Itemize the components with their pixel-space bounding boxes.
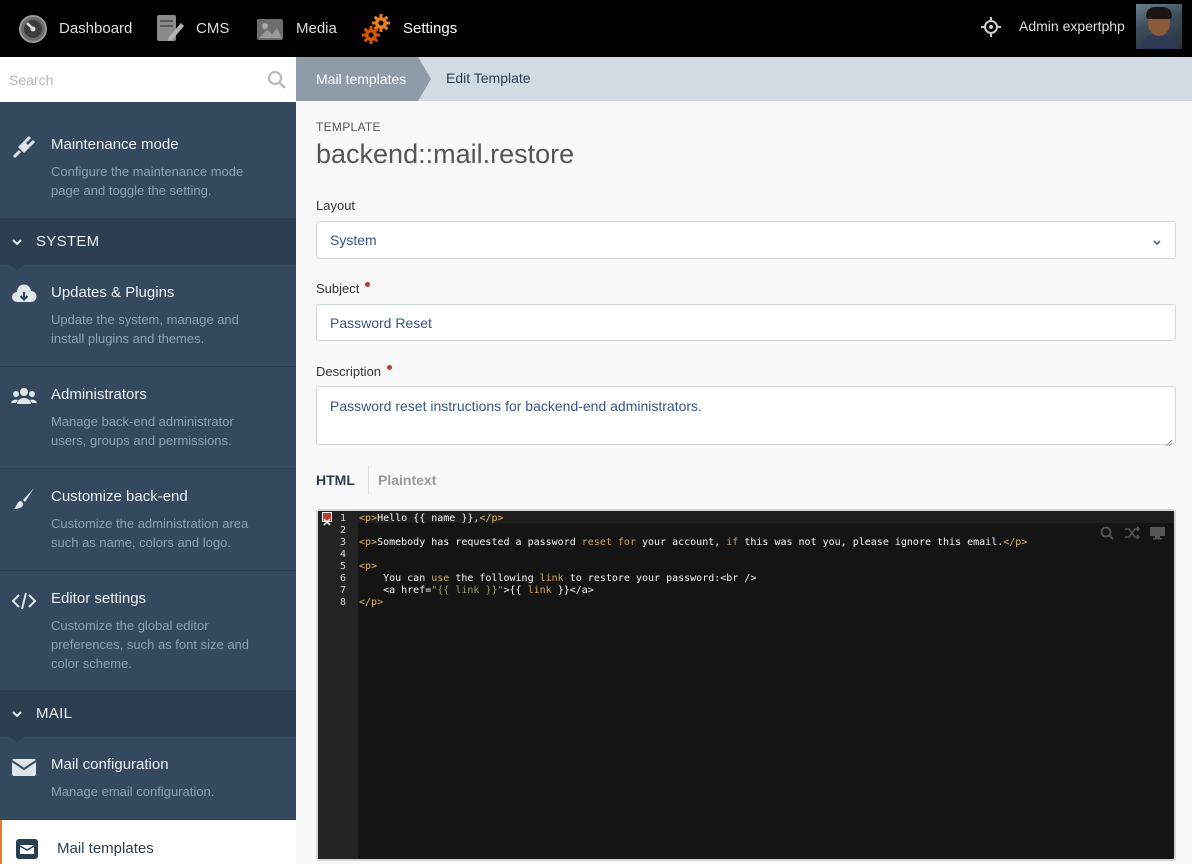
layout-select-value: System [330, 232, 377, 248]
account-name[interactable]: Admin expertphp [1019, 18, 1125, 34]
breadcrumb-current: Edit Template [446, 70, 531, 86]
chevron-down-icon [1152, 235, 1162, 246]
shuffle-icon[interactable] [1124, 526, 1141, 540]
media-icon [254, 13, 286, 45]
sidebar-item-mail-configuration[interactable]: Mail configuration Manage email configur… [0, 737, 296, 820]
dashboard-icon [17, 13, 49, 45]
chevron-down-icon [11, 235, 23, 247]
settings-gears-icon [361, 13, 393, 45]
sidebar-item-desc: Manage back-end administrator users, gro… [51, 414, 234, 448]
nav-media[interactable]: Media [254, 0, 337, 57]
layout-select[interactable]: System [316, 221, 1176, 259]
line-number: 2 [339, 525, 346, 536]
sidebar-item-label: Mail templates [57, 840, 154, 857]
cms-icon [154, 13, 186, 45]
sidebar-item-label: Customize back-end [51, 488, 188, 505]
section-label: MAIL [36, 705, 73, 722]
description-label: Description [316, 364, 393, 379]
code-editor[interactable]: 1 2 3 4 5 6 7 8 <p>Hello {{ name }},</p>… [316, 509, 1176, 861]
description-textarea[interactable]: Password reset instructions for backend-… [316, 386, 1176, 447]
search-input[interactable] [0, 57, 260, 102]
code-line: </p> [359, 597, 384, 608]
sidebar: Maintenance mode Configure the maintenan… [0, 57, 296, 864]
main-content: TEMPLATE backend::mail.restore Layout Sy… [296, 101, 1192, 864]
code-line: <p> [359, 561, 378, 572]
paintbrush-icon [11, 486, 37, 512]
nav-cms[interactable]: CMS [154, 0, 229, 57]
breadcrumb: Mail templates Edit Template [296, 57, 1192, 101]
sidebar-item-desc: Customize the global editor preferences,… [51, 618, 250, 671]
sidebar-item-desc: Configure the maintenance mode page and … [51, 164, 244, 198]
code-line: <p>Hello {{ name }},</p> [359, 513, 504, 524]
editor-toolbar [1099, 526, 1166, 540]
resize-grip-icon[interactable] [1165, 434, 1173, 447]
cloud-download-icon [11, 282, 37, 308]
sidebar-item-customize[interactable]: Customize back-end Customize the adminis… [0, 469, 296, 571]
line-number: 5 [339, 561, 346, 572]
envelope-square-icon [15, 838, 39, 860]
top-navbar: Dashboard CMS Media Settings Admin exper… [0, 0, 1192, 57]
line-number: 4 [339, 549, 346, 560]
crosshair-icon[interactable] [980, 16, 1002, 38]
sidebar-item-desc: Manage email configuration. [51, 784, 215, 799]
fullscreen-monitor-icon[interactable] [1149, 526, 1166, 540]
code-line: <a href="{{ link }}">{{ link }}</a> [359, 585, 594, 596]
sidebar-item-desc: Update the system, manage and install pl… [51, 312, 239, 346]
code-line: You can use the following link to restor… [359, 573, 757, 584]
sidebar-item-label: Maintenance mode [51, 136, 179, 153]
line-number: 1 [339, 513, 346, 524]
editor-gutter: 1 2 3 4 5 6 7 8 [318, 511, 358, 859]
sidebar-item-editor-settings[interactable]: Editor settings Customize the global edi… [0, 571, 296, 692]
line-number: 3 [339, 537, 346, 548]
nav-cms-label: CMS [196, 20, 230, 37]
sidebar-item-administrators[interactable]: Administrators Manage back-end administr… [0, 367, 296, 469]
nav-dashboard[interactable]: Dashboard [17, 0, 132, 57]
sidebar-section-mail[interactable]: MAIL [0, 690, 296, 743]
subject-label: Subject [316, 281, 371, 296]
search-box [0, 57, 296, 102]
breadcrumb-mail-templates[interactable]: Mail templates [296, 57, 418, 101]
line-number: 6 [339, 573, 346, 584]
sidebar-section-system[interactable]: SYSTEM [0, 218, 296, 271]
sidebar-item-label: Mail configuration [51, 756, 169, 773]
page-title: backend::mail.restore [316, 139, 575, 169]
sidebar-item-label: Administrators [51, 386, 147, 403]
avatar[interactable] [1136, 4, 1182, 49]
layout-label: Layout [316, 198, 356, 213]
sidebar-item-updates[interactable]: Updates & Plugins Update the system, man… [0, 265, 296, 367]
envelope-icon [11, 754, 37, 780]
subject-input[interactable]: Password Reset [316, 304, 1176, 341]
search-icon[interactable] [1099, 526, 1116, 540]
nav-dashboard-label: Dashboard [59, 20, 133, 37]
nav-media-label: Media [296, 20, 337, 37]
search-icon[interactable] [267, 70, 287, 90]
code-line: <p>Somebody has requested a password res… [359, 537, 1028, 548]
plug-icon [11, 134, 37, 160]
nav-settings[interactable]: Settings [361, 0, 457, 57]
section-label: SYSTEM [36, 233, 100, 250]
chevron-down-icon [11, 707, 23, 719]
required-indicator [387, 365, 393, 370]
sidebar-item-label: Updates & Plugins [51, 284, 175, 301]
required-indicator [365, 282, 371, 287]
line-number: 8 [339, 597, 346, 608]
line-number: 7 [339, 585, 346, 596]
tab-plaintext[interactable]: Plaintext [378, 472, 436, 488]
sidebar-item-label: Editor settings [51, 590, 147, 607]
sidebar-item-desc: Customize the administration area such a… [51, 516, 249, 550]
template-label: TEMPLATE [316, 120, 381, 134]
nav-settings-label: Settings [403, 20, 458, 37]
tab-html[interactable]: HTML [316, 472, 355, 488]
sidebar-item-maintenance[interactable]: Maintenance mode Configure the maintenan… [0, 117, 296, 219]
users-icon [11, 384, 37, 410]
code-icon [11, 588, 37, 614]
sidebar-item-mail-templates[interactable]: Mail templates [0, 820, 296, 864]
